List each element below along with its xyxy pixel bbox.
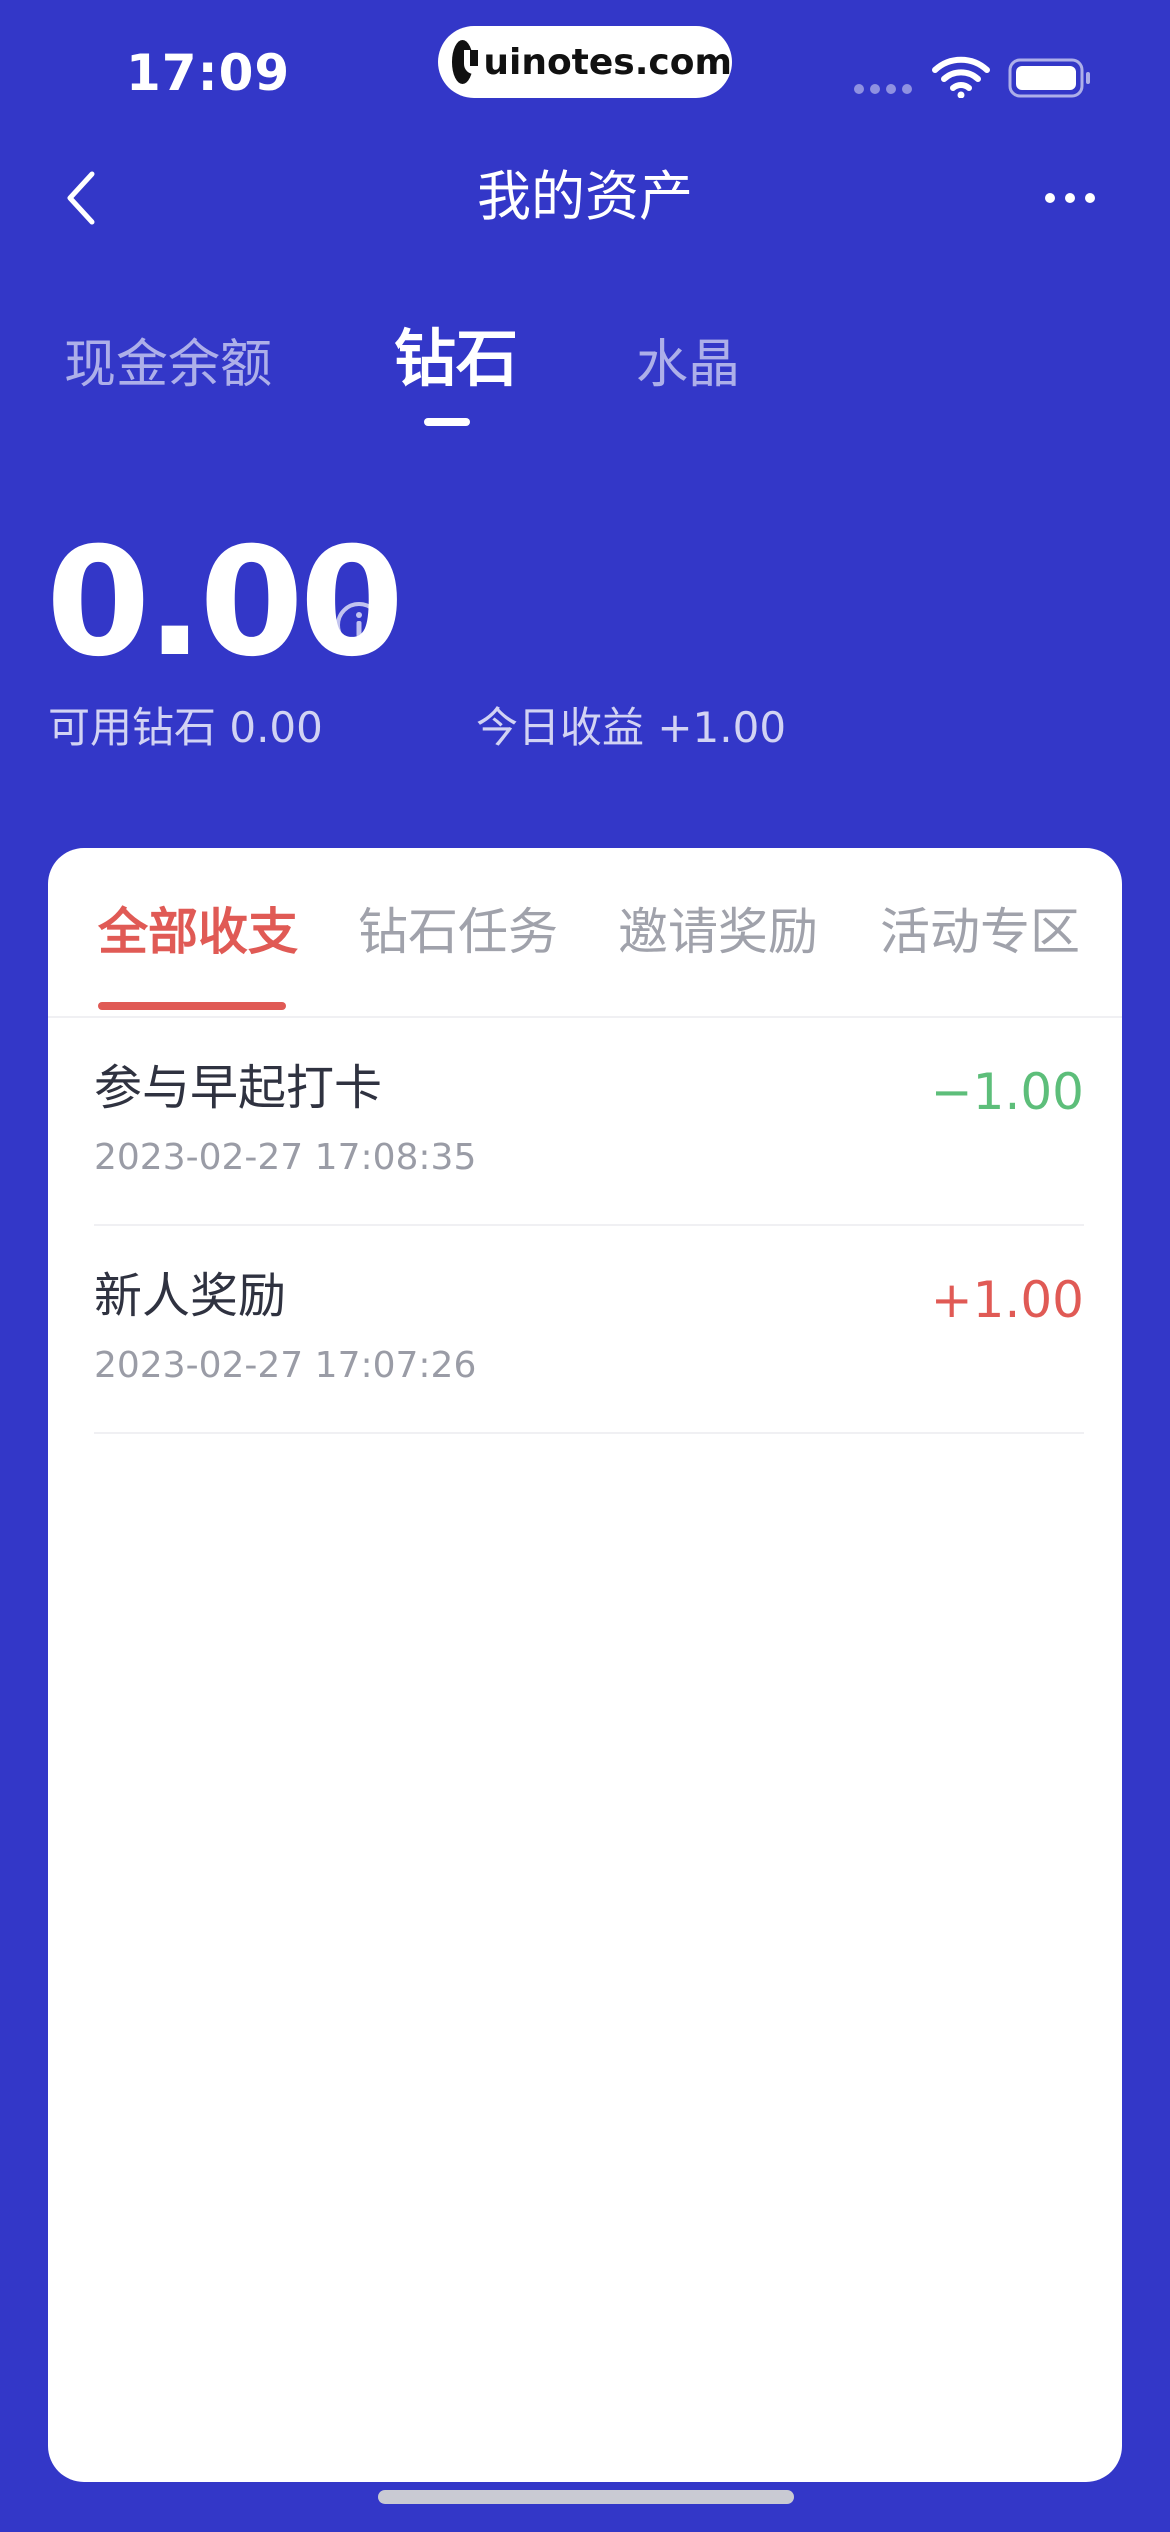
records-card: 全部收支 钻石任务 邀请奖励 活动专区 参与早起打卡 2023-02-27 17… [48, 848, 1122, 2482]
record-tab-bar: 全部收支 钻石任务 邀请奖励 活动专区 [48, 848, 1122, 1018]
list-item[interactable]: 参与早起打卡 2023-02-27 17:08:35 −1.00 [94, 1018, 1084, 1226]
tab-diamond[interactable]: 钻石 [394, 324, 518, 394]
status-time: 17:09 [126, 44, 291, 102]
record-amount: −1.00 [930, 1063, 1084, 1121]
watermark-badge: uinotes.com [438, 26, 732, 98]
record-amount: +1.00 [930, 1271, 1084, 1329]
record-list: 参与早起打卡 2023-02-27 17:08:35 −1.00 新人奖励 20… [94, 1018, 1084, 1434]
home-indicator[interactable] [378, 2490, 794, 2504]
today-earnings: 今日收益 +1.00 [476, 703, 787, 752]
record-tab-indicator [98, 1002, 286, 1010]
available-diamonds: 可用钻石 0.00 [48, 703, 323, 752]
record-time: 2023-02-27 17:07:26 [94, 1345, 477, 1386]
tab-crystal[interactable]: 水晶 [636, 330, 740, 400]
cellular-signal-icon [854, 84, 912, 94]
info-icon[interactable] [334, 600, 384, 650]
battery-icon [1008, 58, 1090, 98]
tab-cash-balance[interactable]: 现金余额 [64, 330, 272, 400]
tab-invite-rewards[interactable]: 邀请奖励 [618, 900, 818, 964]
list-item[interactable]: 新人奖励 2023-02-27 17:07:26 +1.00 [94, 1226, 1084, 1434]
tab-activity-zone[interactable]: 活动专区 [880, 900, 1080, 964]
more-icon[interactable] [1044, 186, 1096, 210]
active-tab-indicator [424, 418, 470, 426]
tab-all-records[interactable]: 全部收支 [98, 900, 298, 964]
wifi-icon [932, 56, 990, 98]
record-title: 新人奖励 [94, 1268, 287, 1324]
record-title: 参与早起打卡 [94, 1060, 383, 1116]
page-title: 我的资产 [477, 165, 693, 228]
uinotes-logo-icon [452, 40, 485, 84]
record-time: 2023-02-27 17:08:35 [94, 1137, 477, 1178]
watermark-text: uinotes.com [483, 41, 732, 83]
tab-diamond-tasks[interactable]: 钻石任务 [358, 900, 558, 964]
